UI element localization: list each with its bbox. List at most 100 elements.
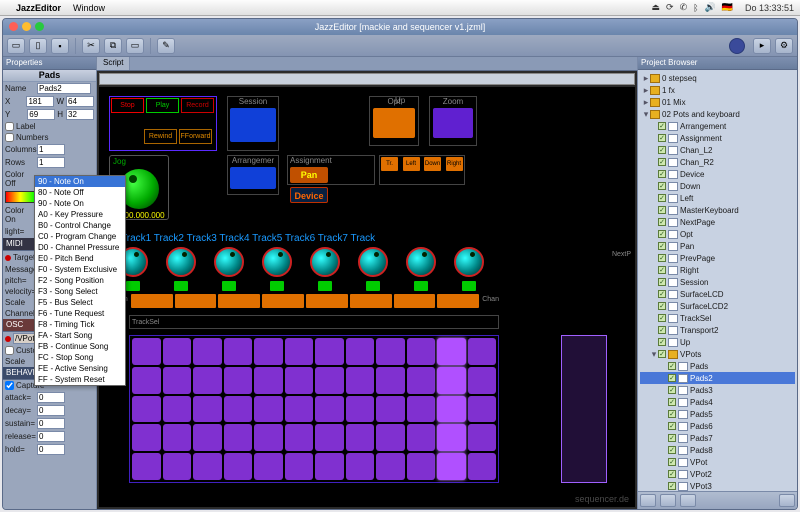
pad[interactable]: [254, 396, 283, 423]
visibility-checkbox[interactable]: ✓: [668, 482, 676, 490]
pad[interactable]: [285, 367, 314, 394]
track-led[interactable]: [318, 281, 332, 291]
script-input[interactable]: [99, 73, 635, 85]
pad[interactable]: [315, 338, 344, 365]
visibility-checkbox[interactable]: ✓: [658, 290, 666, 298]
disclosure-icon[interactable]: ▸: [642, 97, 650, 108]
disclosure-icon[interactable]: ▾: [642, 109, 650, 120]
tree-folder[interactable]: ▸0 stepseq: [640, 72, 795, 84]
play-button[interactable]: Play: [146, 98, 179, 113]
pad[interactable]: [254, 367, 283, 394]
tree-folder[interactable]: ▸01 Mix: [640, 96, 795, 108]
tree-item[interactable]: ✓Pan: [640, 240, 795, 252]
chan-button[interactable]: [437, 294, 479, 308]
midi-option[interactable]: FE - Active Sensing: [35, 363, 125, 374]
device-button[interactable]: Device: [290, 187, 328, 203]
project-tree[interactable]: ▸0 stepseq▸1 fx▸01 Mix▾02 Pots and keybo…: [638, 70, 797, 491]
pad[interactable]: [437, 453, 466, 480]
pad[interactable]: [346, 424, 375, 451]
pad[interactable]: [376, 424, 405, 451]
visibility-checkbox[interactable]: ✓: [658, 170, 666, 178]
track-led[interactable]: [462, 281, 476, 291]
vpot-knob[interactable]: [214, 247, 244, 277]
hold-input[interactable]: [37, 444, 65, 455]
pad[interactable]: [437, 367, 466, 394]
pad[interactable]: [346, 396, 375, 423]
tree-item[interactable]: ✓VPot2: [640, 468, 795, 480]
tree-item[interactable]: ✓Chan_L2: [640, 144, 795, 156]
settings-button[interactable]: ⚙: [775, 38, 793, 54]
midi-option[interactable]: E0 - Pitch Bend: [35, 253, 125, 264]
pad[interactable]: [285, 396, 314, 423]
bluetooth-icon[interactable]: ᛒ: [693, 3, 698, 13]
pad[interactable]: [163, 453, 192, 480]
pad[interactable]: [132, 396, 161, 423]
phone-icon[interactable]: ✆: [680, 2, 688, 13]
capture-checkbox[interactable]: [5, 381, 14, 390]
pad[interactable]: [468, 453, 497, 480]
pad[interactable]: [407, 396, 436, 423]
pad[interactable]: [193, 453, 222, 480]
right-button[interactable]: Right: [446, 157, 463, 171]
tree-item[interactable]: ✓SurfaceLCD2: [640, 300, 795, 312]
disclosure-icon[interactable]: ▸: [642, 85, 650, 96]
pad[interactable]: [224, 367, 253, 394]
midi-option[interactable]: 90 - Note On: [35, 176, 125, 187]
pad[interactable]: [224, 453, 253, 480]
pad[interactable]: [254, 453, 283, 480]
tree-item[interactable]: ✓Device: [640, 168, 795, 180]
visibility-checkbox[interactable]: ✓: [658, 278, 666, 286]
visibility-checkbox[interactable]: ✓: [658, 242, 666, 250]
copy-button[interactable]: ⧉: [104, 38, 122, 54]
pad[interactable]: [407, 367, 436, 394]
visibility-checkbox[interactable]: ✓: [658, 350, 666, 358]
tree-folder[interactable]: ▾02 Pots and keyboard: [640, 108, 795, 120]
pad[interactable]: [132, 453, 161, 480]
pad[interactable]: [315, 367, 344, 394]
visibility-checkbox[interactable]: ✓: [658, 122, 666, 130]
midi-option[interactable]: 80 - Note Off: [35, 187, 125, 198]
pad[interactable]: [407, 338, 436, 365]
clock[interactable]: Do 13:33:51: [745, 3, 794, 13]
tree-item[interactable]: ✓Transport2: [640, 324, 795, 336]
pad[interactable]: [132, 424, 161, 451]
minimize-icon[interactable]: [22, 22, 31, 31]
session-pad[interactable]: [230, 108, 276, 142]
pad[interactable]: [407, 424, 436, 451]
pad[interactable]: [163, 396, 192, 423]
foot-btn-2[interactable]: [660, 494, 676, 507]
pad[interactable]: [163, 338, 192, 365]
disclosure-icon[interactable]: ▸: [642, 73, 650, 84]
eject-icon[interactable]: ⏏: [652, 2, 661, 13]
visibility-checkbox[interactable]: ✓: [668, 458, 676, 466]
visibility-checkbox[interactable]: ✓: [668, 398, 676, 406]
pad[interactable]: [224, 424, 253, 451]
new-button[interactable]: ▭: [7, 38, 25, 54]
name-input[interactable]: [37, 83, 91, 94]
tab-script[interactable]: Script: [97, 57, 130, 70]
midi-option[interactable]: FA - Start Song: [35, 330, 125, 341]
midi-option[interactable]: B0 - Control Change: [35, 220, 125, 231]
tree-item[interactable]: ✓PrevPage: [640, 252, 795, 264]
rewind-button[interactable]: Rewind: [144, 129, 177, 144]
app-name[interactable]: JazzEditor: [16, 3, 61, 13]
tree-item[interactable]: ✓VPot3: [640, 480, 795, 491]
midi-option[interactable]: C0 - Program Change: [35, 231, 125, 242]
flag-icon[interactable]: 🇩🇪: [722, 2, 733, 13]
fforward-button[interactable]: FForward: [179, 129, 212, 144]
pan-button[interactable]: Pan: [290, 167, 328, 183]
visibility-checkbox[interactable]: ✓: [668, 422, 676, 430]
midi-message-dropdown[interactable]: 90 - Note On80 - Note Off90 - Note OnA0 …: [34, 175, 126, 386]
track-led[interactable]: [414, 281, 428, 291]
pad[interactable]: [376, 367, 405, 394]
visibility-checkbox[interactable]: ✓: [658, 230, 666, 238]
visibility-checkbox[interactable]: ✓: [658, 194, 666, 202]
visibility-checkbox[interactable]: ✓: [658, 338, 666, 346]
menu-window[interactable]: Window: [73, 3, 105, 13]
tree-item[interactable]: ✓Pads6: [640, 420, 795, 432]
pad[interactable]: [224, 338, 253, 365]
opt-pad[interactable]: [373, 108, 415, 138]
pad[interactable]: [468, 396, 497, 423]
record-button[interactable]: Record: [181, 98, 214, 113]
visibility-checkbox[interactable]: ✓: [658, 266, 666, 274]
